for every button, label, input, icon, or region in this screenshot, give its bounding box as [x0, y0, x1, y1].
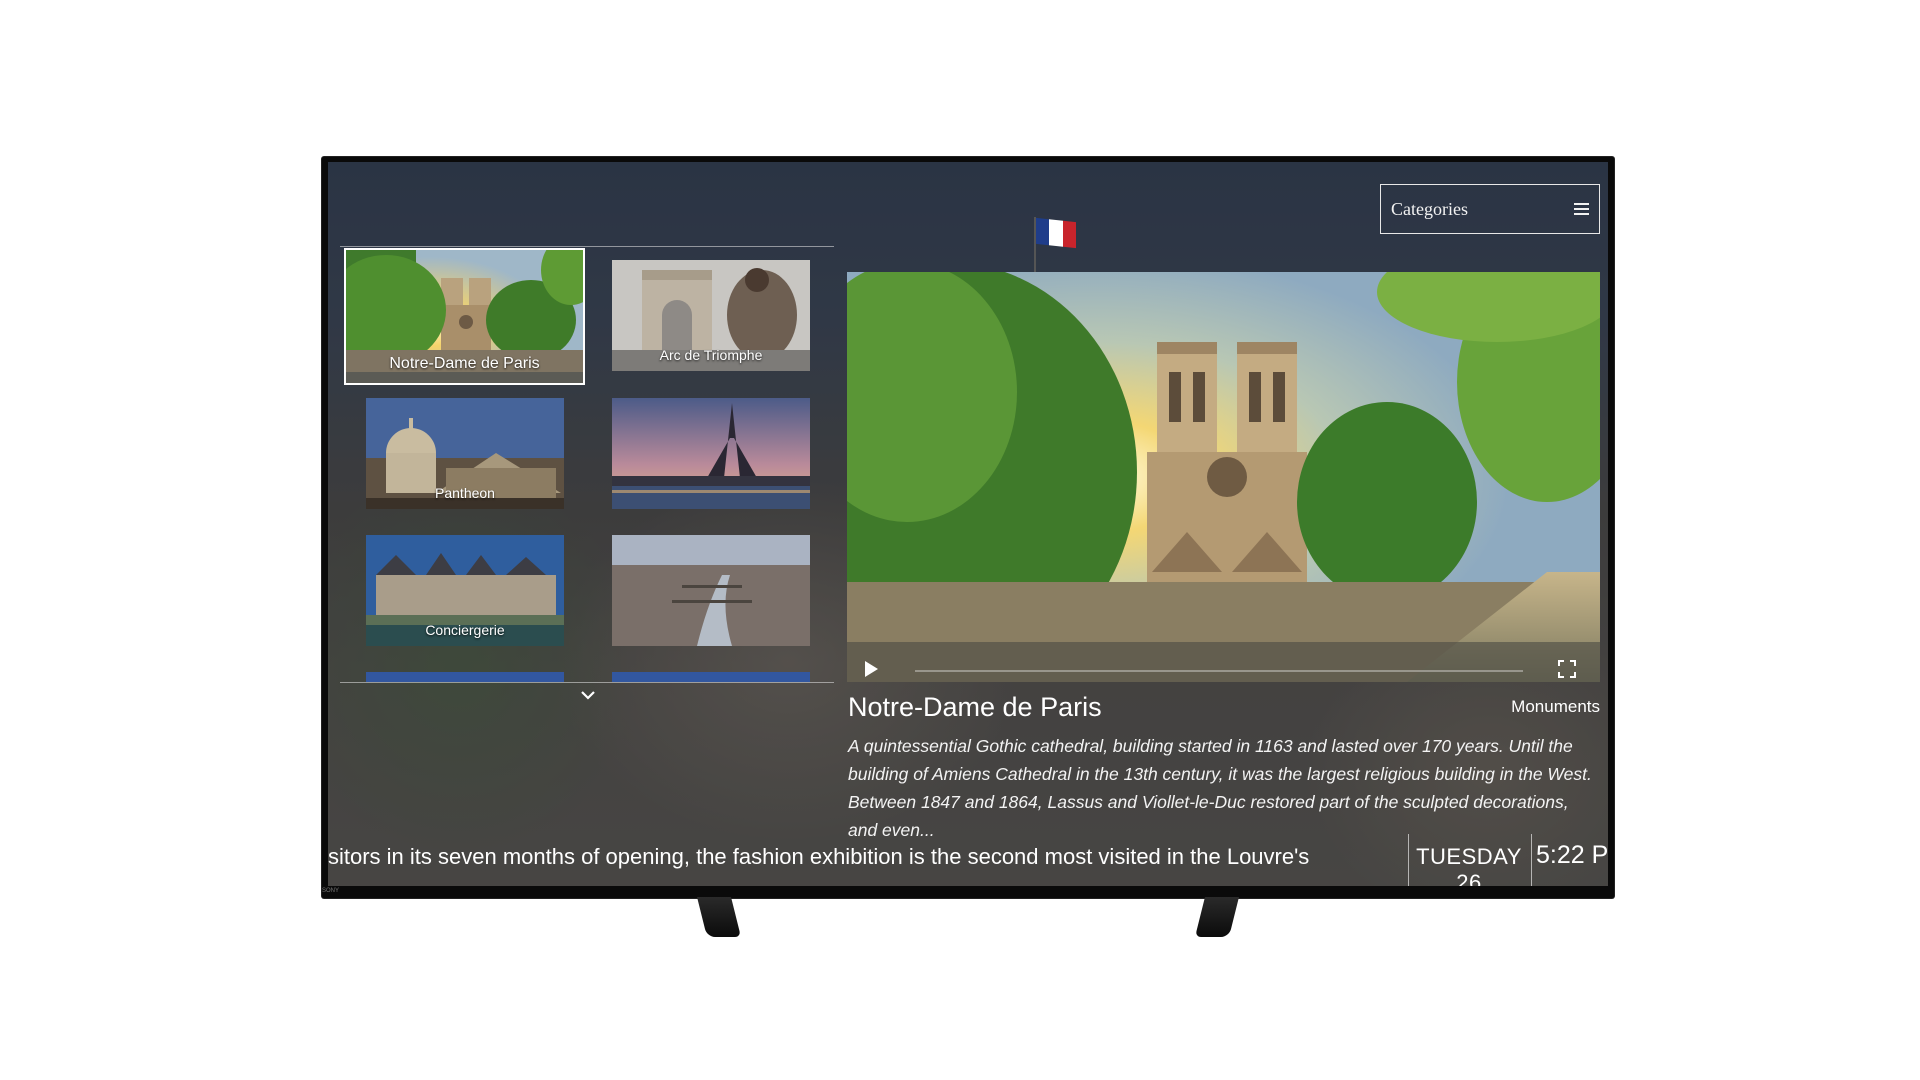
tv-screen: Categories Notre-Dame de Paris Arc de Tr… [328, 162, 1608, 886]
categories-label: Categories [1391, 198, 1468, 219]
tile-label: Notre-Dame de Paris [389, 355, 540, 372]
ticker-divider [1531, 834, 1532, 886]
french-flag-icon [1036, 217, 1076, 249]
ticker-date: TUESDAY 26 [1416, 844, 1522, 886]
seine-river-thumbnail [612, 535, 810, 646]
tile-label: Arc de Triomphe [659, 347, 763, 363]
tile-eiffel-tower[interactable] [612, 398, 810, 509]
feature-video[interactable] [847, 272, 1600, 682]
tv-stand-left [697, 897, 741, 937]
fullscreen-icon[interactable] [1557, 659, 1577, 679]
tv-brand-logo: SONY [322, 888, 340, 894]
tv-frame: Categories Notre-Dame de Paris Arc de Tr… [322, 157, 1614, 898]
feature-category: Monuments [1511, 697, 1600, 716]
menu-icon [1574, 203, 1589, 215]
ticker-text: sitors in its seven months of opening, t… [328, 844, 1310, 869]
notre-dame-feature-image [847, 272, 1600, 682]
ticker-time: 5:22 PM [1536, 841, 1608, 869]
play-icon[interactable] [863, 660, 879, 678]
tile-next-row-left[interactable] [366, 672, 564, 682]
tile-seine-river[interactable] [612, 535, 810, 646]
tv-stand-right [1195, 897, 1239, 937]
tile-pantheon[interactable]: Pantheon [366, 398, 564, 509]
feature-title: Notre-Dame de Paris [848, 692, 1102, 722]
tile-notre-dame[interactable]: Notre-Dame de Paris [344, 248, 585, 385]
tile-next-row-right[interactable] [612, 672, 810, 682]
chevron-down-icon[interactable] [579, 688, 597, 702]
grid-top-divider [340, 246, 834, 247]
news-ticker: sitors in its seven months of opening, t… [328, 834, 1608, 886]
feature-description: A quintessential Gothic cathedral, build… [848, 736, 1592, 840]
tile-arc-de-triomphe[interactable]: Arc de Triomphe [612, 260, 810, 371]
categories-button[interactable]: Categories [1380, 184, 1600, 234]
tile-conciergerie[interactable]: Conciergerie [366, 535, 564, 646]
video-progress-bar[interactable] [915, 670, 1523, 672]
tile-label: Conciergerie [425, 622, 505, 638]
tile-label: Pantheon [435, 485, 495, 501]
eiffel-tower-thumbnail [612, 398, 810, 509]
grid-bottom-divider [340, 682, 834, 683]
